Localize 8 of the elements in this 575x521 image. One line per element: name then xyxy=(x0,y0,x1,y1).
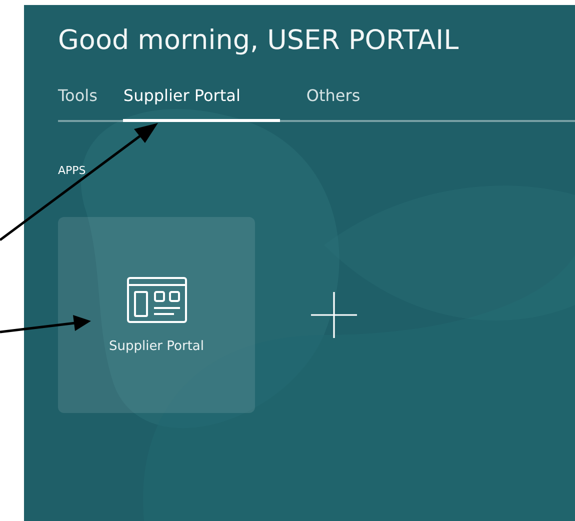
plus-icon xyxy=(311,292,357,338)
dashboard-icon xyxy=(126,276,186,322)
greeting-title: Good morning, USER PORTAIL xyxy=(58,25,460,56)
section-label: APPS xyxy=(58,164,87,177)
tab[interactable]: Tools xyxy=(58,86,98,122)
app-tile[interactable]: Supplier Portal xyxy=(58,217,255,413)
tab[interactable]: Supplier Portal xyxy=(123,86,280,122)
tab[interactable]: Others xyxy=(306,86,360,122)
